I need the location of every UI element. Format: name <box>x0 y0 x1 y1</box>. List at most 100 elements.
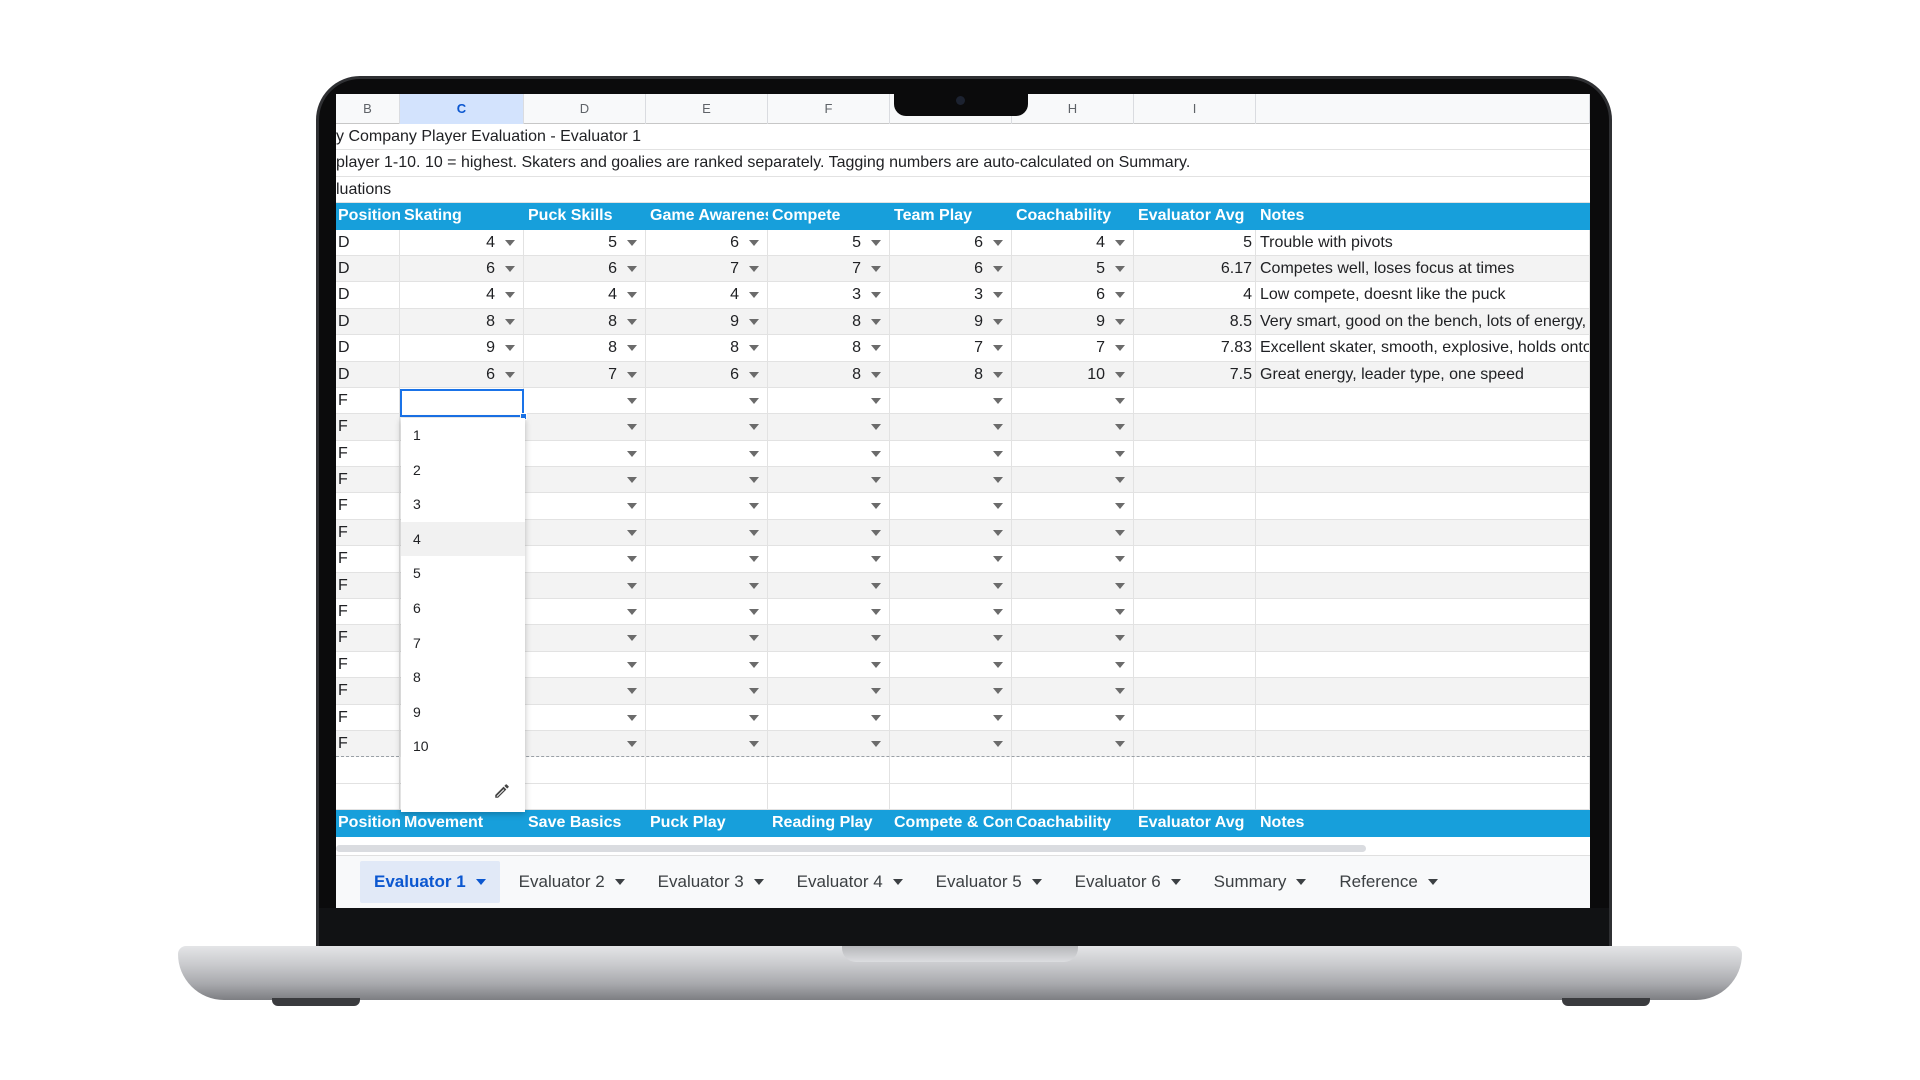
notes-cell[interactable] <box>1256 387 1590 414</box>
score-cell[interactable] <box>524 599 646 625</box>
dropdown-arrow-icon[interactable] <box>1115 582 1125 589</box>
score-cell[interactable] <box>646 414 768 440</box>
dropdown-arrow-icon[interactable] <box>1115 740 1125 747</box>
position-cell[interactable]: D <box>336 282 400 308</box>
score-cell[interactable]: 7 <box>768 255 890 282</box>
dropdown-arrow-icon[interactable] <box>993 424 1003 431</box>
score-cell[interactable] <box>1012 414 1134 440</box>
score-cell[interactable] <box>768 414 890 440</box>
dropdown-arrow-icon[interactable] <box>627 582 637 589</box>
dropdown-arrow-icon[interactable] <box>627 609 637 616</box>
score-cell[interactable] <box>524 546 646 572</box>
notes-cell[interactable]: Excellent skater, smooth, explosive, hol… <box>1256 335 1590 361</box>
blank-cell[interactable] <box>1256 757 1590 783</box>
dropdown-arrow-icon[interactable] <box>871 318 881 325</box>
dropdown-arrow-icon[interactable] <box>871 609 881 616</box>
dropdown-arrow-icon[interactable] <box>1115 397 1125 404</box>
dropdown-arrow-icon[interactable] <box>993 609 1003 616</box>
position-cell[interactable]: D <box>336 361 400 387</box>
blank-cell[interactable] <box>890 757 1012 783</box>
dropdown-arrow-icon[interactable] <box>993 397 1003 404</box>
score-cell[interactable] <box>768 678 890 704</box>
section-label[interactable]: luations <box>336 177 1590 202</box>
dropdown-arrow-icon[interactable] <box>627 740 637 747</box>
dropdown-arrow-icon[interactable] <box>871 450 881 457</box>
notes-cell[interactable] <box>1256 519 1590 546</box>
score-cell[interactable] <box>768 493 890 519</box>
score-cell[interactable] <box>768 546 890 572</box>
score-cell[interactable] <box>768 651 890 678</box>
score-cell[interactable]: 8 <box>768 335 890 361</box>
dropdown-arrow-icon[interactable] <box>871 635 881 642</box>
dropdown-arrow-icon[interactable] <box>871 740 881 747</box>
dropdown-arrow-icon[interactable] <box>627 239 637 246</box>
position-cell[interactable]: F <box>336 414 400 440</box>
score-cell[interactable] <box>890 572 1012 599</box>
dropdown-arrow-icon[interactable] <box>627 477 637 484</box>
dropdown-arrow-icon[interactable] <box>749 661 759 668</box>
score-cell[interactable] <box>1012 519 1134 546</box>
dropdown-arrow-icon[interactable] <box>871 477 881 484</box>
sheet-tab[interactable]: Summary <box>1200 861 1321 903</box>
blank-cell[interactable] <box>336 783 400 810</box>
dropdown-arrow-icon[interactable] <box>627 503 637 510</box>
score-cell[interactable] <box>646 730 768 757</box>
dropdown-arrow-icon[interactable] <box>505 239 515 246</box>
chevron-down-icon[interactable] <box>475 879 486 885</box>
dropdown-arrow-icon[interactable] <box>749 371 759 378</box>
dropdown-arrow-icon[interactable] <box>749 239 759 246</box>
score-cell[interactable] <box>524 704 646 730</box>
dropdown-arrow-icon[interactable] <box>627 292 637 299</box>
score-cell[interactable]: 5 <box>768 229 890 255</box>
dropdown-arrow-icon[interactable] <box>627 265 637 272</box>
dropdown-arrow-icon[interactable] <box>627 661 637 668</box>
dropdown-arrow-icon[interactable] <box>749 265 759 272</box>
score-cell[interactable]: 9 <box>400 335 524 361</box>
dropdown-option[interactable]: 9 <box>401 695 525 730</box>
score-cell[interactable]: 5 <box>524 229 646 255</box>
score-cell[interactable]: 7 <box>1012 335 1134 361</box>
score-cell[interactable] <box>890 651 1012 678</box>
dropdown-arrow-icon[interactable] <box>627 424 637 431</box>
dropdown-arrow-icon[interactable] <box>1115 450 1125 457</box>
score-cell[interactable]: 4 <box>646 282 768 308</box>
dropdown-arrow-icon[interactable] <box>749 688 759 695</box>
position-cell[interactable]: F <box>336 467 400 493</box>
notes-cell[interactable] <box>1256 678 1590 704</box>
score-cell[interactable] <box>890 440 1012 467</box>
dropdown-arrow-icon[interactable] <box>749 450 759 457</box>
dropdown-arrow-icon[interactable] <box>749 503 759 510</box>
dropdown-arrow-icon[interactable] <box>871 503 881 510</box>
dropdown-arrow-icon[interactable] <box>505 318 515 325</box>
dropdown-arrow-icon[interactable] <box>993 239 1003 246</box>
position-cell[interactable]: F <box>336 572 400 599</box>
sheet-tab[interactable]: Evaluator 5 <box>922 861 1056 903</box>
score-cell[interactable] <box>1012 546 1134 572</box>
dropdown-arrow-icon[interactable] <box>749 345 759 352</box>
position-cell[interactable]: F <box>336 651 400 678</box>
dropdown-arrow-icon[interactable] <box>993 529 1003 536</box>
score-cell[interactable]: 6 <box>646 229 768 255</box>
score-cell[interactable]: 9 <box>646 308 768 335</box>
score-cell[interactable] <box>768 519 890 546</box>
score-cell[interactable] <box>524 572 646 599</box>
dropdown-arrow-icon[interactable] <box>749 397 759 404</box>
score-cell[interactable] <box>646 651 768 678</box>
position-cell[interactable]: F <box>336 625 400 651</box>
score-cell[interactable]: 8 <box>524 335 646 361</box>
position-cell[interactable]: D <box>336 308 400 335</box>
blank-cell[interactable] <box>1256 783 1590 810</box>
score-cell[interactable] <box>646 493 768 519</box>
selected-cell[interactable] <box>400 389 527 420</box>
dropdown-arrow-icon[interactable] <box>993 503 1003 510</box>
dropdown-arrow-icon[interactable] <box>505 345 515 352</box>
score-cell[interactable] <box>768 572 890 599</box>
score-cell[interactable] <box>768 467 890 493</box>
score-cell[interactable] <box>1012 572 1134 599</box>
dropdown-arrow-icon[interactable] <box>1115 661 1125 668</box>
dropdown-arrow-icon[interactable] <box>627 688 637 695</box>
dropdown-arrow-icon[interactable] <box>871 345 881 352</box>
sheet-tab[interactable]: Reference <box>1325 861 1451 903</box>
column-header-f[interactable]: F <box>768 94 890 124</box>
score-cell[interactable]: 9 <box>890 308 1012 335</box>
